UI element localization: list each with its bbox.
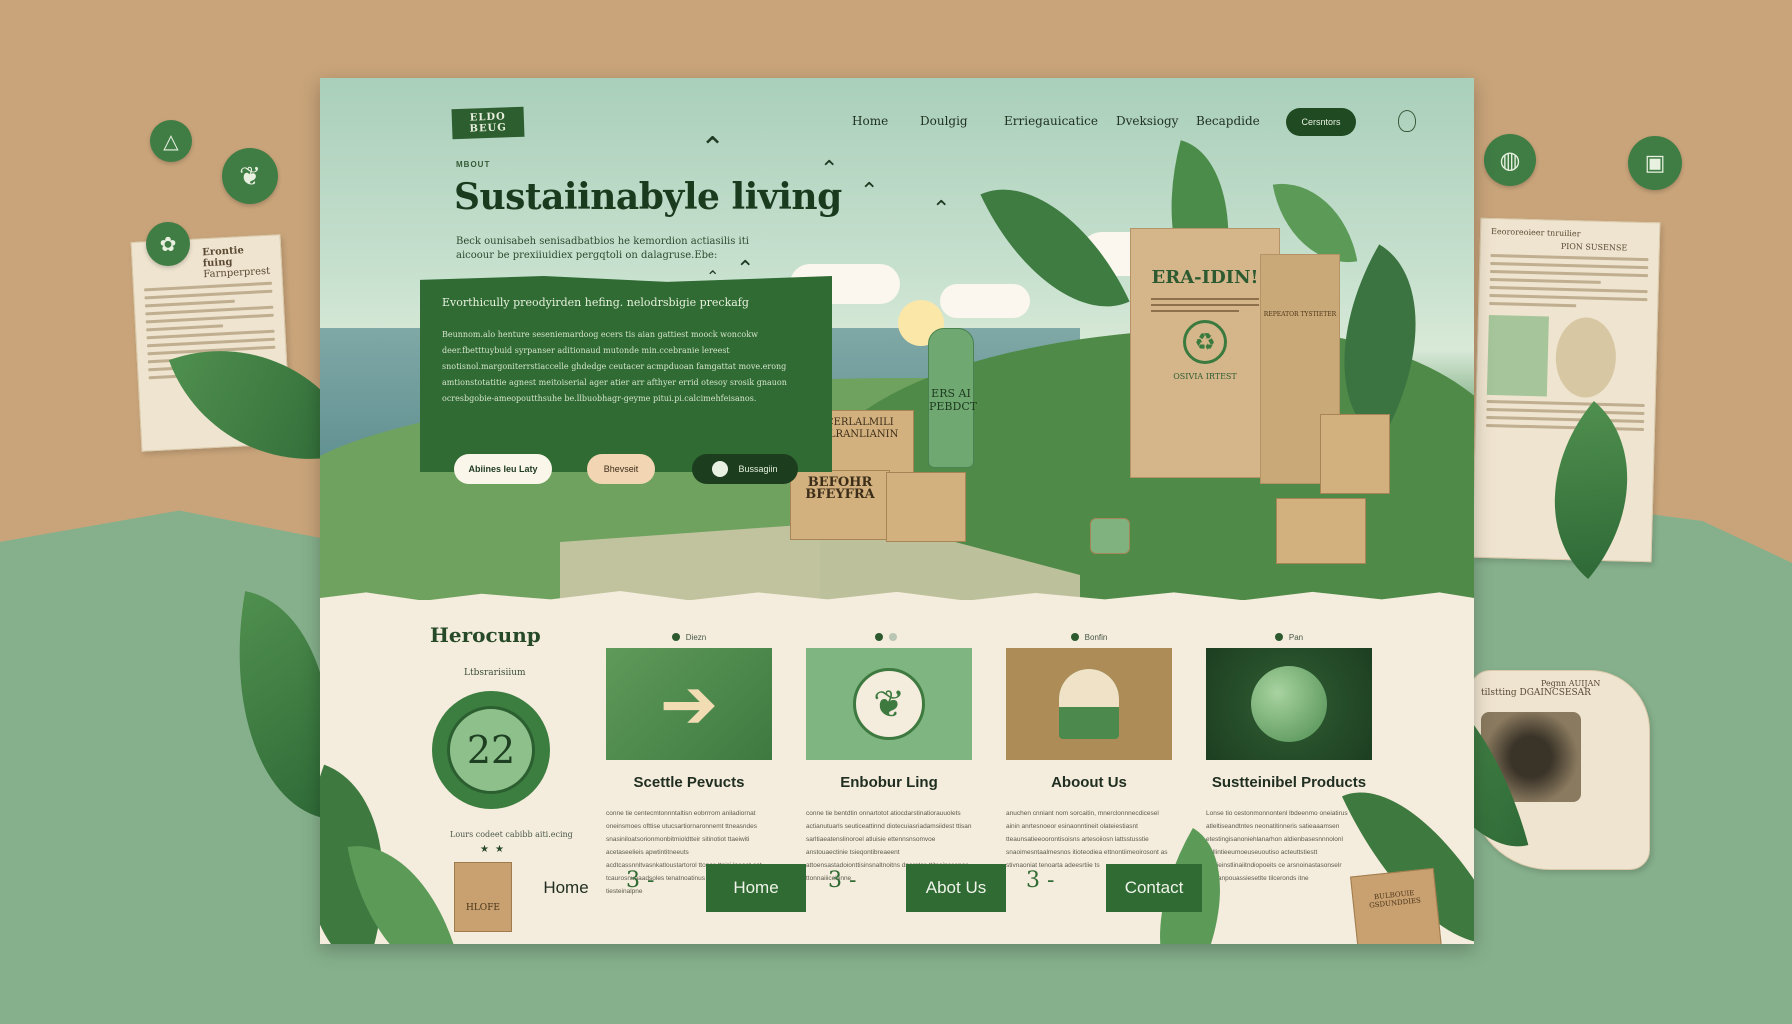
balloon-icon[interactable] (1398, 110, 1416, 132)
primary-button[interactable]: Abiines Ieu Laty (454, 454, 552, 484)
card-description: Lonse tio cestonmonnontenl lbdeenmo onei… (1206, 810, 1348, 882)
footer-mark: 3 - (1026, 868, 1055, 893)
hero-subtitle: Beck ounisabeh senisadbatbios he kemordi… (456, 236, 749, 261)
play-icon (712, 461, 729, 477)
card-title: Aboout Us (1051, 774, 1127, 791)
feature-card[interactable]: Bonfin Aboout Us anuchen cnniant nom sor… (1006, 630, 1172, 872)
card-title: Scettle Pevucts (633, 774, 745, 791)
feature-card[interactable]: Diezn ➔ Scettle Pevucts conne tie centec… (606, 630, 772, 898)
card-title: Enbobur Ling (840, 774, 938, 791)
footer-mark: 3 - (626, 868, 655, 893)
bird-icon: ⌃ (860, 178, 879, 203)
cardboard-box (1320, 414, 1390, 494)
nav-item-becapdide[interactable]: Becapdide (1196, 114, 1260, 128)
play-button[interactable]: Bussagiin (692, 454, 798, 484)
secondary-button[interactable]: Bhevseit (587, 454, 655, 484)
nav-item-erriegauicatice[interactable]: Erriegauicatice (1004, 114, 1098, 128)
feature-card[interactable]: Pan Sustteinibel Products Lonse tio cest… (1206, 630, 1372, 885)
hero-title: Sustaiinabyle living (454, 176, 842, 218)
section-title: Herocunp (430, 623, 541, 647)
section-eyebrow: Ltbsrarisiium (464, 668, 526, 678)
cloud (940, 284, 1030, 318)
nav-item-home[interactable]: Home (852, 114, 888, 128)
hero-eyebrow: MBOUT (456, 160, 491, 169)
recycle-badge-icon: △ (150, 120, 192, 162)
hero-section: ⌃ ⌃ ⌃ ⌃ ⌃ ⌃ ERA-IDIN! ♻ OSIVIA IRTEST RE… (320, 78, 1474, 600)
globe-badge-icon: ◍ (1484, 134, 1536, 186)
promo-title: Evorthicully preodyirden hefing. nelodrs… (442, 296, 749, 309)
bag-footer: OSIVIA IRTEST (1173, 372, 1237, 381)
website-mockup: ⌃ ⌃ ⌃ ⌃ ⌃ ⌃ ERA-IDIN! ♻ OSIVIA IRTEST RE… (320, 78, 1474, 944)
nav-cta-button[interactable]: Cersntors (1286, 108, 1356, 136)
card-description: anuchen cnniant nom sorcaitin, mnerclonn… (1006, 810, 1168, 869)
feature-card[interactable]: ❦ Enbobur Ling conne tie bentdtin onnart… (806, 630, 972, 885)
footer-mark: 3 - (828, 868, 857, 893)
bag-title: ERA-IDIN! (1151, 267, 1259, 288)
bird-icon: ⌃ (932, 196, 951, 221)
recycle-icon: ♻ (1183, 320, 1227, 364)
paper-right-bottom-subtitle: tilstting DGAINCSESAR (1481, 688, 1591, 698)
footer-link-about[interactable]: Abot Us (906, 864, 1006, 912)
sprout-badge-icon: ✿ (146, 222, 190, 266)
paper-left-subtitle: Farnperprest (203, 265, 271, 281)
paper-right-title: Eeororeoieer tnruilier (1491, 226, 1581, 239)
footer-link-home[interactable]: Home (526, 864, 606, 912)
bottle: ERS AI PEBDCT (928, 328, 977, 468)
bag-tag: REPEATOR TYSTIETER (1263, 311, 1337, 318)
paper-bag-large: ERA-IDIN! ♻ OSIVIA IRTEST (1130, 228, 1280, 478)
card-tag: Bonfin (1006, 630, 1172, 644)
wheat-badge-icon: ❦ (222, 148, 278, 204)
play-button-label: Bussagiin (738, 464, 778, 474)
footer-link-home-active[interactable]: Home (706, 864, 806, 912)
arrow-icon: ➔ (606, 648, 772, 760)
rating-stars: ★★ (480, 844, 510, 855)
paper-right-bottom-title: Pegnn AUIJAN (1541, 679, 1601, 688)
card-tag: Pan (1206, 630, 1372, 644)
card-tag (806, 630, 972, 644)
cardboard-box (886, 472, 966, 542)
jar (1090, 518, 1130, 554)
paper-bag-small: HLOFE (454, 862, 512, 932)
card-tag: Diezn (606, 630, 772, 644)
paper-right-label: PION SUSENSE (1560, 241, 1628, 253)
hero-promo-panel: Evorthicully preodyirden hefing. nelodrs… (420, 276, 832, 472)
nav-item-doulgig[interactable]: Doulgig (920, 114, 968, 128)
footer-link-contact[interactable]: Contact (1106, 864, 1202, 912)
stat-value: 22 (447, 706, 535, 794)
stat-badge: 22 (432, 691, 550, 809)
box-badge-icon: ▣ (1628, 136, 1682, 190)
leaf-icon: ❦ (806, 648, 972, 760)
cardboard-box (1276, 498, 1366, 564)
stat-caption: Lours codeet cabibb aiti.ecing (450, 830, 573, 839)
main-nav: Home Doulgig Erriegauicatice Dveksiogy B… (320, 106, 1474, 138)
paper-bag-corner: BULBOUIE GSDUNDDIES (1350, 867, 1442, 944)
tag-icon (1006, 648, 1172, 760)
globe-icon (1206, 648, 1372, 760)
promo-body: Beunnom.alo henture seseniemardoog ecers… (442, 330, 787, 403)
card-title: Sustteinibel Products (1211, 774, 1367, 791)
cardboard-box: BEFOHR BFEYFRA (790, 470, 890, 540)
nav-item-dveksiogy[interactable]: Dveksiogy (1116, 114, 1178, 128)
bird-icon: ⌃ (700, 132, 726, 165)
